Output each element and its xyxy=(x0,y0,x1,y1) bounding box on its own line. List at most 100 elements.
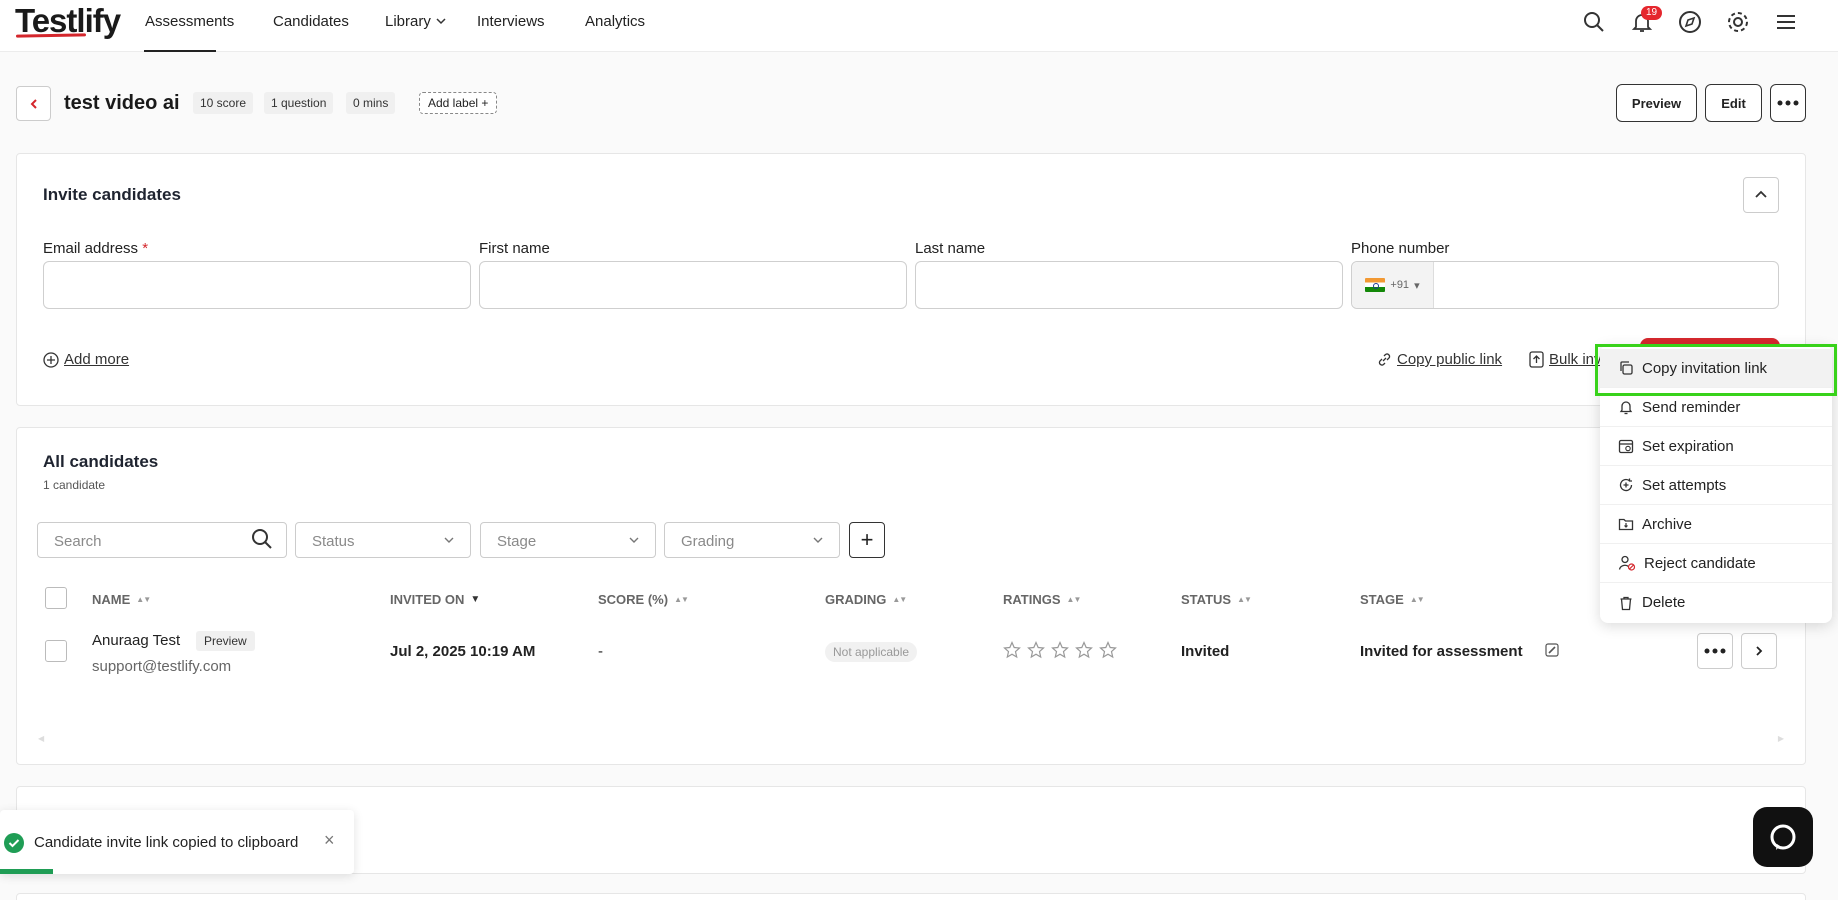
star-icon[interactable] xyxy=(1051,641,1069,659)
row-action-menu: Copy invitation link Send reminder Set e… xyxy=(1600,345,1832,623)
candidate-count: 1 candidate xyxy=(43,478,106,492)
add-label-button[interactable]: Add label + xyxy=(419,92,498,114)
row-open-button[interactable] xyxy=(1741,633,1777,669)
col-status-label: STATUS xyxy=(1181,592,1232,607)
india-flag-icon xyxy=(1365,278,1386,292)
select-all-checkbox[interactable] xyxy=(45,587,67,609)
add-more-link[interactable]: Add more xyxy=(43,351,129,368)
all-candidates-title: All candidates xyxy=(43,452,159,471)
first-name-field[interactable] xyxy=(479,261,907,309)
score-value: - xyxy=(598,643,603,660)
col-stage[interactable]: STAGE ▲▼ xyxy=(1360,592,1425,607)
question-chip: 1 question xyxy=(264,92,334,114)
close-icon[interactable]: × xyxy=(324,830,335,851)
star-icon[interactable] xyxy=(1075,641,1093,659)
notification-badge: 19 xyxy=(1641,6,1663,20)
preview-button[interactable]: Preview xyxy=(1616,84,1697,122)
col-ratings[interactable]: RATINGS ▲▼ xyxy=(1003,592,1082,607)
more-options-button[interactable] xyxy=(1770,84,1806,122)
menu-send-reminder[interactable]: Send reminder xyxy=(1600,388,1832,427)
col-name-label: NAME xyxy=(92,592,131,607)
menu-item-label: Set attempts xyxy=(1642,476,1727,494)
user-reject-icon xyxy=(1618,555,1636,571)
menu-item-label: Send reminder xyxy=(1642,398,1741,416)
stage-value: Invited for assessment xyxy=(1360,643,1523,660)
status-filter[interactable]: Status xyxy=(295,522,471,558)
col-name[interactable]: NAME ▲▼ xyxy=(92,592,151,607)
add-filter-button[interactable]: + xyxy=(849,522,885,558)
last-name-field[interactable] xyxy=(915,261,1343,309)
rating-stars[interactable] xyxy=(1003,641,1117,659)
menu-item-label: Reject candidate xyxy=(1644,554,1756,572)
star-icon[interactable] xyxy=(1003,641,1021,659)
search-icon[interactable] xyxy=(250,527,274,551)
bulk-invite-text: Bulk inv xyxy=(1549,351,1602,368)
last-name-label: Last name xyxy=(915,240,986,257)
nav-interviews[interactable]: Interviews xyxy=(477,13,545,30)
nav-candidates[interactable]: Candidates xyxy=(273,13,349,30)
add-label-text: Add label xyxy=(428,96,479,110)
menu-item-label: Set expiration xyxy=(1642,437,1734,455)
email-field[interactable] xyxy=(43,261,471,309)
menu-item-label: Delete xyxy=(1642,594,1686,611)
chevron-down-icon xyxy=(436,18,446,25)
nav-analytics[interactable]: Analytics xyxy=(585,13,645,30)
stage-filter[interactable]: Stage xyxy=(480,522,656,558)
hamburger-menu-icon[interactable] xyxy=(1772,8,1800,36)
menu-archive[interactable]: Archive xyxy=(1600,505,1832,544)
menu-reject-candidate[interactable]: Reject candidate xyxy=(1600,544,1832,583)
row-checkbox[interactable] xyxy=(45,640,67,662)
col-grading-label: GRADING xyxy=(825,592,887,607)
email-label: Email address * xyxy=(43,240,148,257)
grading-filter[interactable]: Grading xyxy=(664,522,840,558)
edit-button[interactable]: Edit xyxy=(1705,84,1762,122)
horizontal-scrollbar[interactable]: ◀ ▶ xyxy=(38,735,1784,743)
menu-item-label: Copy invitation link xyxy=(1642,359,1768,377)
invite-title: Invite candidates xyxy=(43,185,181,204)
star-icon[interactable] xyxy=(1099,641,1117,659)
star-icon[interactable] xyxy=(1027,641,1045,659)
copy-icon xyxy=(1620,361,1633,375)
chevron-right-icon xyxy=(1756,646,1763,656)
chevron-up-icon xyxy=(1755,190,1767,198)
compass-icon[interactable] xyxy=(1676,8,1704,36)
sort-icon: ▲▼ xyxy=(892,595,907,604)
candidate-name[interactable]: Anuraag Test xyxy=(92,632,180,649)
toast-progress-bar xyxy=(0,869,54,874)
chevron-left-icon xyxy=(30,98,37,109)
country-code-select[interactable]: +91 ▾ xyxy=(1352,262,1434,308)
menu-set-attempts[interactable]: Set attempts xyxy=(1600,466,1832,505)
collapse-button[interactable] xyxy=(1743,177,1779,213)
menu-copy-invitation-link[interactable]: Copy invitation link xyxy=(1600,349,1832,388)
nav-library[interactable]: Library xyxy=(385,13,447,30)
sort-icon: ▲▼ xyxy=(1066,595,1082,604)
row-more-button[interactable] xyxy=(1697,633,1733,669)
add-more-text: Add more xyxy=(64,351,130,368)
sort-icon: ▲▼ xyxy=(674,595,689,604)
nav-library-label: Library xyxy=(385,13,431,30)
gear-icon[interactable] xyxy=(1724,8,1752,36)
copy-public-link[interactable]: Copy public link xyxy=(1377,351,1502,368)
calendar-clock-icon xyxy=(1618,439,1634,454)
back-button[interactable] xyxy=(16,86,51,121)
phone-label: Phone number xyxy=(1351,240,1450,257)
edit-stage-icon[interactable] xyxy=(1545,643,1559,657)
help-chat-button[interactable] xyxy=(1753,807,1813,867)
archive-folder-icon xyxy=(1618,518,1634,531)
col-grading[interactable]: GRADING ▲▼ xyxy=(825,592,907,607)
col-invited-on[interactable]: INVITED ON ▼ xyxy=(390,592,480,607)
duration-chip: 0 mins xyxy=(346,92,396,114)
footer-card xyxy=(16,893,1806,900)
sort-desc-icon: ▼ xyxy=(470,594,481,605)
menu-delete[interactable]: Delete xyxy=(1600,583,1832,622)
nav-assessments[interactable]: Assessments xyxy=(145,13,234,30)
menu-set-expiration[interactable]: Set expiration xyxy=(1600,427,1832,466)
search-icon[interactable] xyxy=(1580,8,1608,36)
stage-filter-label: Stage xyxy=(497,533,537,550)
col-status[interactable]: STATUS ▲▼ xyxy=(1181,592,1252,607)
email-label-text: Email address xyxy=(43,240,139,257)
col-score[interactable]: SCORE (%) ▲▼ xyxy=(598,592,689,607)
copy-public-link-text: Copy public link xyxy=(1397,351,1503,368)
candidate-preview-chip[interactable]: Preview xyxy=(196,631,255,651)
bulk-invite-link[interactable]: Bulk inv xyxy=(1529,351,1602,368)
